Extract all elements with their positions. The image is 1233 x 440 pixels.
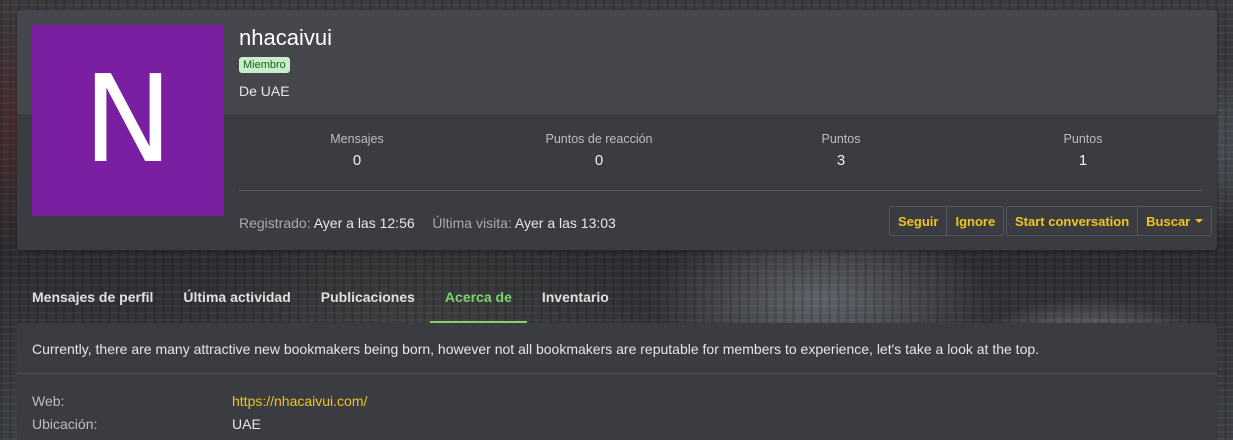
follow-button[interactable]: Seguir (890, 207, 948, 235)
role-badge: Miembro (239, 57, 290, 73)
bio-text: Currently, there are many attractive new… (32, 341, 1040, 357)
stat-label: Puntos (821, 132, 861, 146)
search-label: Buscar (1146, 213, 1191, 229)
ignore-button[interactable]: Ignore (947, 207, 1004, 235)
start-conversation-button[interactable]: Start conversation (1007, 207, 1139, 235)
stat-value: 3 (836, 152, 846, 169)
user-stats: Mensajes 0 Puntos de reacción 0 Puntos 3… (239, 132, 1203, 176)
stat-messages[interactable]: Mensajes 0 (239, 132, 475, 169)
stat-label: Puntos de reacción (545, 132, 653, 146)
location-label: Ubicación: (32, 416, 98, 432)
tab-inventory[interactable]: Inventario (527, 276, 624, 323)
avatar[interactable]: N (32, 25, 224, 216)
user-location: De UAE (239, 83, 290, 99)
about-divider (17, 373, 1217, 374)
registered-label: Registrado: (239, 215, 311, 231)
tab-profile-posts[interactable]: Mensajes de perfil (17, 276, 168, 323)
stat-points[interactable]: Puntos 3 (723, 132, 959, 169)
registered-value: Ayer a las 12:56 (313, 215, 415, 231)
conversation-search-group: Start conversation Buscar (1006, 206, 1213, 236)
last-visit-label: Última visita: (432, 215, 512, 231)
website-link[interactable]: https://nhacaivui.com/ (232, 393, 367, 409)
username[interactable]: nhacaivui (239, 25, 332, 51)
tab-about[interactable]: Acerca de (429, 276, 527, 323)
about-panel: Currently, there are many attractive new… (17, 323, 1217, 440)
stat-value: 1 (1078, 152, 1088, 169)
stat-label: Mensajes (330, 132, 384, 146)
tab-postings[interactable]: Publicaciones (306, 276, 430, 323)
registration-info: Registrado: Ayer a las 12:56 Última visi… (239, 215, 616, 231)
stat-label: Puntos (1063, 132, 1103, 146)
stat-reaction-points: Puntos de reacción 0 (481, 132, 717, 169)
stat-value: 0 (352, 152, 362, 169)
caret-down-icon (1195, 219, 1204, 223)
stats-divider (239, 190, 1203, 191)
location-value: UAE (232, 416, 261, 432)
search-dropdown-button[interactable]: Buscar (1138, 207, 1212, 235)
follow-ignore-group: Seguir Ignore (889, 206, 1005, 236)
tab-latest-activity[interactable]: Última actividad (168, 276, 305, 323)
profile-tabs: Mensajes de perfil Última actividad Publ… (17, 276, 624, 324)
last-visit-value: Ayer a las 13:03 (514, 215, 616, 231)
website-label: Web: (32, 393, 65, 409)
stat-value: 0 (594, 152, 604, 169)
stat-points-2: Puntos 1 (965, 132, 1201, 169)
profile-header: N nhacaivui Miembro De UAE Mensajes 0 Pu… (17, 10, 1217, 250)
